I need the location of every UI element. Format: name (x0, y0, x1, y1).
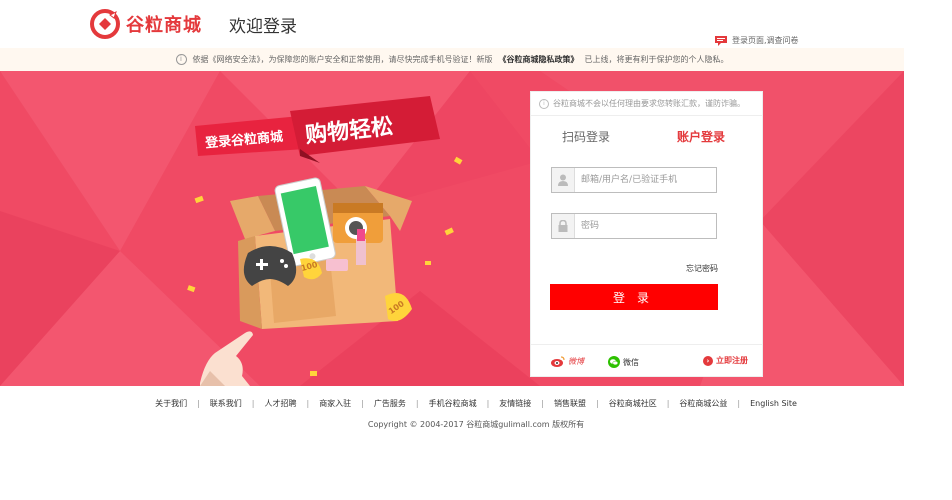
wechat-icon (608, 356, 620, 368)
weibo-label: 微博 (568, 357, 584, 366)
footer-link[interactable]: 联系我们 (210, 399, 242, 408)
footer-link[interactable]: 友情链接 (499, 399, 531, 408)
footer-separator: | (306, 399, 310, 408)
footer-separator: | (486, 399, 490, 408)
security-tip: i 谷粒商城不会以任何理由要求您转账汇款，谨防诈骗。 (531, 92, 762, 116)
footer-separator: | (415, 399, 419, 408)
header: 谷粒商城 欢迎登录 登录页面,调查问卷 (0, 0, 952, 48)
footer-link[interactable]: 关于我们 (155, 399, 187, 408)
login-panel: i 谷粒商城不会以任何理由要求您转账汇款，谨防诈骗。 扫码登录 账户登录 忘记密… (530, 91, 763, 377)
logo-mark-icon (90, 9, 120, 39)
footer-link[interactable]: 广告服务 (374, 399, 406, 408)
logo-text: 谷粒商城 (126, 15, 202, 36)
footer-link[interactable]: 人才招聘 (264, 399, 296, 408)
banner-illustration (0, 71, 904, 386)
footer-separator: | (251, 399, 255, 408)
info-icon: i (175, 54, 187, 65)
login-button[interactable]: 登录 (550, 284, 718, 310)
feedback-icon (715, 35, 727, 46)
password-input[interactable] (575, 220, 713, 232)
footer-link[interactable]: 销售联盟 (554, 399, 586, 408)
footer-link[interactable]: 手机谷粒商城 (429, 399, 477, 408)
password-field (551, 213, 717, 239)
copyright: Copyright © 2004-2017 谷粒商城gulimall.com 版… (367, 420, 585, 429)
weibo-icon (551, 356, 565, 367)
username-input[interactable] (575, 174, 713, 186)
footer-separator: | (541, 399, 544, 408)
footer-links: 关于我们 | 联系我们 | 人才招聘 | 商家入驻 | 广告服务 | 手机谷粒商城 | 友情链接 | 销售联… (0, 398, 952, 409)
footer-separator: | (197, 399, 200, 408)
lock-icon (552, 214, 575, 238)
notice-prefix: 依据《网络安全法》，为保障您的账户安全和正常使用，请尽快完成手机号验证！新版 (192, 55, 493, 64)
weibo-login[interactable]: 微博 (551, 356, 584, 367)
logo[interactable]: 谷粒商城 (90, 8, 240, 40)
tab-account-login[interactable]: 账户登录 (677, 128, 725, 145)
info-icon: i (539, 98, 549, 109)
footer-link[interactable]: 谷粒商城社区 (609, 399, 657, 408)
page-title: 欢迎登录 (229, 17, 297, 37)
footer-link[interactable]: 商家入驻 (319, 399, 351, 408)
privacy-policy-link[interactable]: 《谷粒商城隐私政策》 (499, 54, 579, 65)
footer-separator: | (666, 399, 670, 408)
register-label: 立即注册 (716, 356, 748, 365)
footer-separator: | (361, 399, 364, 408)
tab-qr-login[interactable]: 扫码登录 (562, 128, 610, 145)
notice-suffix: 已上线，将更有利于保护您的个人隐私。 (584, 55, 729, 64)
username-field (551, 167, 717, 193)
footer-link[interactable]: English Site (750, 399, 797, 408)
survey-link[interactable]: 登录页面,调查问卷 (715, 35, 799, 46)
survey-link-label: 登录页面,调查问卷 (732, 36, 799, 45)
arrow-right-icon: › (703, 355, 713, 366)
footer-link[interactable]: 谷粒商城公益 (679, 399, 727, 408)
security-tip-text: 谷粒商城不会以任何理由要求您转账汇款，谨防诈骗。 (553, 99, 745, 108)
third-party-login: 微博 微信 › 立即注册 (531, 344, 762, 377)
notice-bar: i 依据《网络安全法》，为保障您的账户安全和正常使用，请尽快完成手机号验证！新版… (0, 48, 904, 72)
wechat-label: 微信 (623, 357, 639, 367)
user-icon (552, 168, 575, 192)
footer-separator: | (596, 399, 599, 408)
login-banner: 登录谷粒商城 购物轻松 100 100 (0, 71, 904, 386)
forgot-password-link[interactable]: 忘记密码 (686, 263, 718, 274)
wechat-login[interactable]: 微信 (608, 356, 639, 368)
footer-separator: | (737, 399, 741, 408)
register-link[interactable]: › 立即注册 (703, 355, 748, 366)
